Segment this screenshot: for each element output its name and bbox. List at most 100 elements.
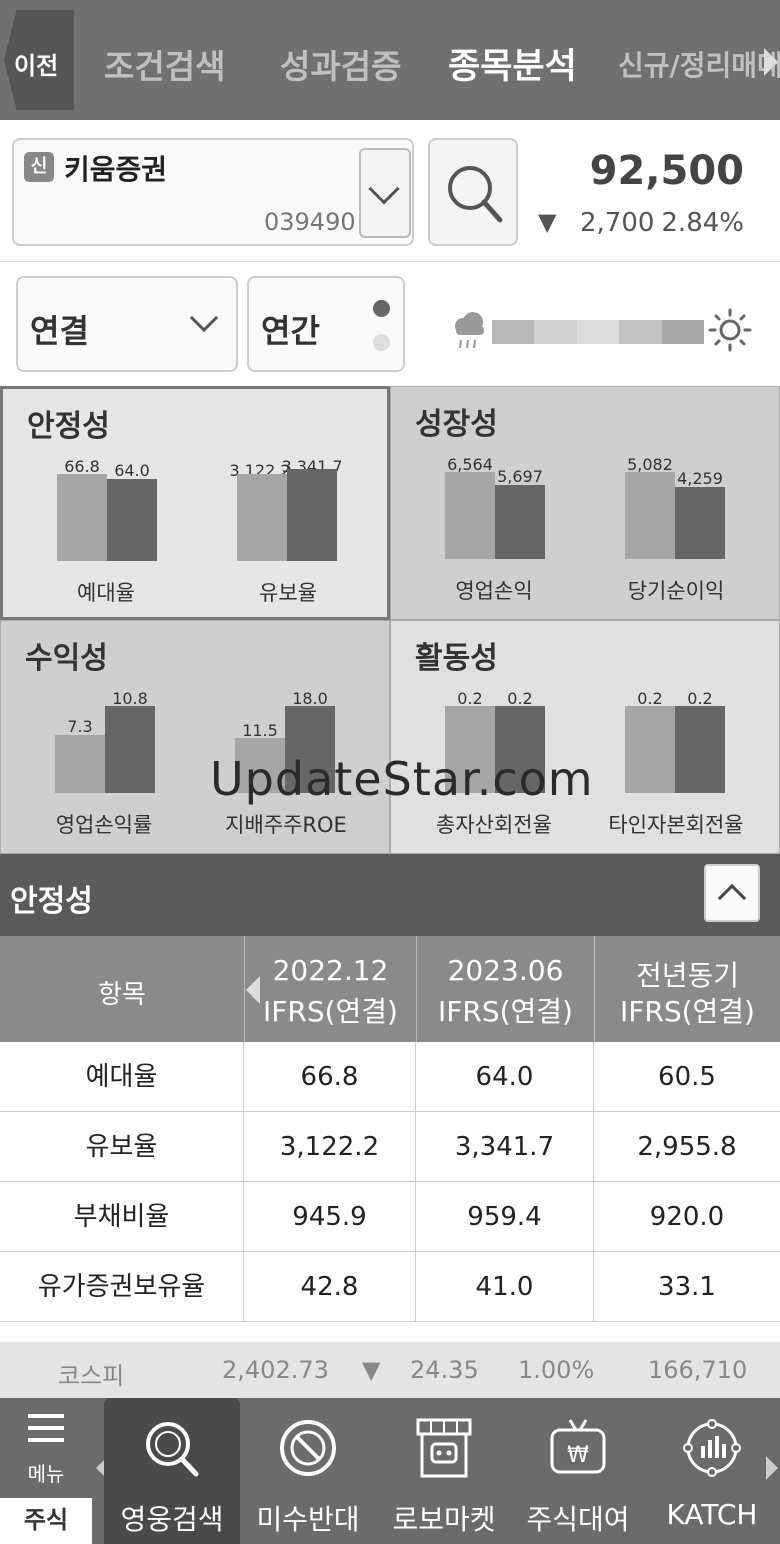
- bottom-tab-stock-lending[interactable]: ₩ 주식대여: [510, 1398, 646, 1544]
- chevron-up-icon: [717, 883, 747, 913]
- table-cell: 42.8: [244, 1252, 416, 1322]
- bottom-tab-label: 주식대여: [526, 1503, 630, 1536]
- search-button[interactable]: [428, 138, 518, 246]
- table-cell: 64.0: [416, 1042, 594, 1112]
- column-header: 2022.12 IFRS(연결): [244, 936, 416, 1042]
- chart-bulb-icon: [683, 1419, 741, 1477]
- consolidation-select[interactable]: 연결: [16, 276, 238, 372]
- bottom-tab-label: 영웅검색: [120, 1503, 224, 1536]
- chart-bar: [237, 474, 287, 561]
- bar-value: 64.0: [114, 461, 150, 480]
- collapse-button[interactable]: [704, 864, 760, 922]
- stock-dropdown-button[interactable]: [359, 148, 411, 238]
- scroll-left-icon[interactable]: [246, 976, 260, 1004]
- ticker-change: 24.35: [410, 1356, 479, 1384]
- scroll-right-icon[interactable]: [766, 1456, 778, 1480]
- row-label: 유보율: [0, 1112, 244, 1182]
- bottom-tab-label: 로보마켓: [392, 1503, 496, 1536]
- section-header: 안정성: [0, 854, 780, 936]
- chevron-down-icon: [368, 173, 400, 205]
- chart-bar: [445, 472, 495, 559]
- column-header-basis: IFRS(연결): [263, 995, 398, 1028]
- bottom-toolbar: 메뉴 주식 영웅검색 미수반대 로보마켓 ₩ 주식대여 KATCH: [0, 1398, 780, 1544]
- row-label: 부채비율: [0, 1182, 244, 1252]
- bottom-tab-robo-market[interactable]: 로보마켓: [376, 1398, 512, 1544]
- chart-bar: [107, 479, 157, 561]
- menu-button[interactable]: 메뉴 주식: [0, 1398, 92, 1544]
- metric-panel-activity[interactable]: 활동성 0.2 0.2 총자산회전율 0.2 0.2 타인자본회전율: [390, 620, 780, 854]
- table-row: 예대율 66.8 64.0 60.5: [0, 1042, 780, 1112]
- chart-bar: [625, 472, 675, 559]
- period-toggle[interactable]: 연간: [247, 276, 405, 372]
- row-label: 유가증권보유율: [0, 1252, 244, 1322]
- price-change: 2,700: [580, 208, 655, 238]
- metric-panel-stability[interactable]: 안정성 66.8 64.0 예대율 3,122.2 3,341.7 유보율: [0, 386, 390, 620]
- chart-bar: [675, 706, 725, 793]
- metric-panel-title: 활동성: [415, 641, 498, 676]
- metric-panel-profitability[interactable]: 수익성 7.3 10.8 영업손익률 11.5 18.0 지배주주ROE: [0, 620, 390, 854]
- table-row: 부채비율 945.9 959.4 920.0: [0, 1182, 780, 1252]
- column-header-basis: IFRS(연결): [438, 995, 573, 1028]
- tab-condition-search[interactable]: 조건검색: [104, 40, 225, 88]
- table-cell: 959.4: [416, 1182, 594, 1252]
- row-label: 예대율: [0, 1042, 244, 1112]
- new-badge: 신: [24, 152, 54, 182]
- watermark-text: UpdateStar.com: [210, 752, 594, 806]
- column-header-period: 2023.06: [447, 954, 564, 987]
- metric-label: 타인자본회전율: [608, 813, 744, 837]
- chart-bar: [287, 469, 337, 561]
- bottom-tab-katch[interactable]: KATCH: [644, 1398, 780, 1544]
- back-button-label[interactable]: 이전: [14, 46, 58, 81]
- bottom-tab-unpaid-opposition[interactable]: 미수반대: [240, 1398, 376, 1544]
- tab-stock-analysis[interactable]: 종목분석: [448, 38, 577, 89]
- column-header: 2023.06 IFRS(연결): [416, 936, 594, 1042]
- table-header: 항목 2022.12 IFRS(연결) 2023.06 IFRS(연결) 전년동…: [0, 936, 780, 1042]
- metric-panel-title: 수익성: [25, 641, 108, 676]
- toggle-dot-active: [373, 300, 390, 317]
- chart-bar: [625, 706, 675, 793]
- bottom-tab-label: KATCH: [666, 1498, 758, 1531]
- column-header-period: 전년동기: [635, 959, 740, 992]
- period-value: 연간: [261, 312, 320, 350]
- metric-panel-title: 성장성: [415, 407, 498, 442]
- stock-header: 신 키움증권 039490 92,500 ▼ 2,700 2.84%: [0, 120, 780, 262]
- prohibited-icon: [280, 1420, 336, 1476]
- table-cell: 3,341.7: [416, 1112, 594, 1182]
- rain-cloud-icon: [455, 312, 484, 349]
- stock-price: 92,500: [589, 148, 744, 194]
- metric-panel-title: 안정성: [27, 409, 110, 444]
- index-ticker[interactable]: 코스피 2,402.73 ▼ 24.35 1.00% 166,710: [0, 1342, 780, 1398]
- column-header-item: 항목: [98, 980, 146, 1010]
- price-change-percent: 2.84%: [661, 208, 744, 238]
- weather-gauge: [492, 320, 705, 344]
- stock-selector[interactable]: 신 키움증권 039490: [12, 138, 414, 246]
- metric-label: 영업손익률: [55, 813, 153, 837]
- tab-new-listing-trade[interactable]: 신규/정리매매: [618, 44, 780, 84]
- metric-panel-growth[interactable]: 성장성 6,564 5,697 영업손익 5,082 4,259 당기순이익: [390, 386, 780, 620]
- table-cell: 60.5: [658, 1062, 716, 1092]
- metric-label: 당기순이익: [627, 579, 725, 603]
- consolidation-value: 연결: [30, 312, 89, 350]
- tv-won-icon: ₩: [550, 1419, 606, 1474]
- bar-value: 4,259: [677, 469, 723, 488]
- metric-label: 영업손익: [455, 579, 533, 603]
- hamburger-icon: [28, 1414, 64, 1418]
- ticker-index-value: 2,402.73: [222, 1356, 329, 1384]
- filter-bar: 연결 연간: [0, 262, 780, 386]
- stock-category-tab[interactable]: 주식: [0, 1498, 92, 1544]
- metric-label: 총자산회전율: [436, 813, 552, 837]
- chart-bar: [675, 487, 725, 559]
- tab-performance-check[interactable]: 성과검증: [280, 40, 401, 88]
- top-navigation: 이전 조건검색 성과검증 종목분석 신규/정리매매: [0, 0, 780, 120]
- bar-value: 5,697: [497, 467, 543, 486]
- stock-name: 키움증권: [64, 153, 168, 186]
- weather-indicator: [452, 302, 752, 358]
- table-row: 유보율 3,122.2 3,341.7 2,955.8: [0, 1112, 780, 1182]
- section-title: 안정성: [10, 884, 93, 919]
- sun-icon: [708, 308, 752, 352]
- table-cell: 2,955.8: [637, 1132, 737, 1162]
- table-cell: 3,122.2: [244, 1112, 416, 1182]
- nav-next-icon[interactable]: [764, 48, 778, 76]
- bottom-tab-hero-search[interactable]: 영웅검색: [104, 1398, 240, 1544]
- metric-label: 예대율: [77, 581, 135, 605]
